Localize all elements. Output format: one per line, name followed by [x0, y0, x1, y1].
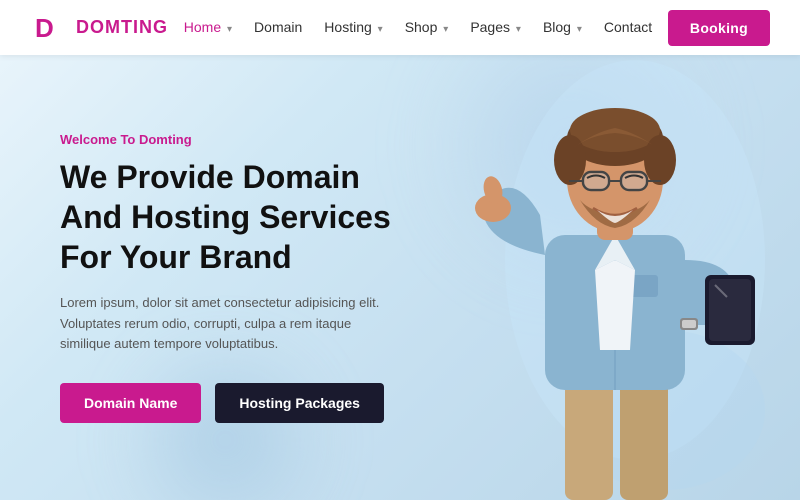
nav-link-contact[interactable]: Contact: [604, 19, 652, 35]
nav-item-contact[interactable]: Contact: [604, 19, 652, 37]
hosting-packages-button[interactable]: Hosting Packages: [215, 383, 384, 423]
nav-link-shop[interactable]: Shop ▾: [405, 19, 449, 35]
nav-link-pages[interactable]: Pages ▾: [470, 19, 521, 35]
chevron-down-icon: ▾: [227, 24, 232, 35]
logo-text: DOMTING: [76, 17, 168, 38]
welcome-label: Welcome To Domting: [60, 132, 400, 147]
chevron-down-icon: ▾: [378, 24, 383, 35]
hero-person-image: [460, 60, 770, 500]
nav-item-home[interactable]: Home ▾: [184, 19, 232, 37]
hero-section: Welcome To Domting We Provide Domain And…: [0, 55, 800, 500]
nav-item-shop[interactable]: Shop ▾: [405, 19, 449, 37]
booking-button[interactable]: Booking: [668, 10, 770, 46]
logo[interactable]: D DOMTING: [30, 9, 168, 47]
nav-item-domain[interactable]: Domain: [254, 19, 302, 37]
svg-text:D: D: [35, 13, 54, 43]
person-illustration: [465, 60, 765, 500]
hero-title: We Provide Domain And Hosting Services F…: [60, 157, 400, 277]
hero-buttons: Domain Name Hosting Packages: [60, 383, 400, 423]
chevron-down-icon: ▾: [443, 24, 448, 35]
chevron-down-icon: ▾: [516, 24, 521, 35]
logo-icon: D: [30, 9, 68, 47]
chevron-down-icon: ▾: [577, 24, 582, 35]
nav-item-pages[interactable]: Pages ▾: [470, 19, 521, 37]
nav-item-blog[interactable]: Blog ▾: [543, 19, 582, 37]
nav-links: Home ▾ Domain Hosting ▾ Shop ▾ Pages ▾: [184, 19, 652, 37]
nav-item-hosting[interactable]: Hosting ▾: [324, 19, 382, 37]
hero-description: Lorem ipsum, dolor sit amet consectetur …: [60, 293, 400, 355]
nav-link-blog[interactable]: Blog ▾: [543, 19, 582, 35]
navbar: D DOMTING Home ▾ Domain Hosting ▾ Shop ▾: [0, 0, 800, 55]
domain-name-button[interactable]: Domain Name: [60, 383, 201, 423]
nav-link-domain[interactable]: Domain: [254, 19, 302, 35]
nav-link-hosting[interactable]: Hosting ▾: [324, 19, 382, 35]
nav-link-home[interactable]: Home ▾: [184, 19, 232, 35]
hero-content: Welcome To Domting We Provide Domain And…: [0, 132, 400, 423]
